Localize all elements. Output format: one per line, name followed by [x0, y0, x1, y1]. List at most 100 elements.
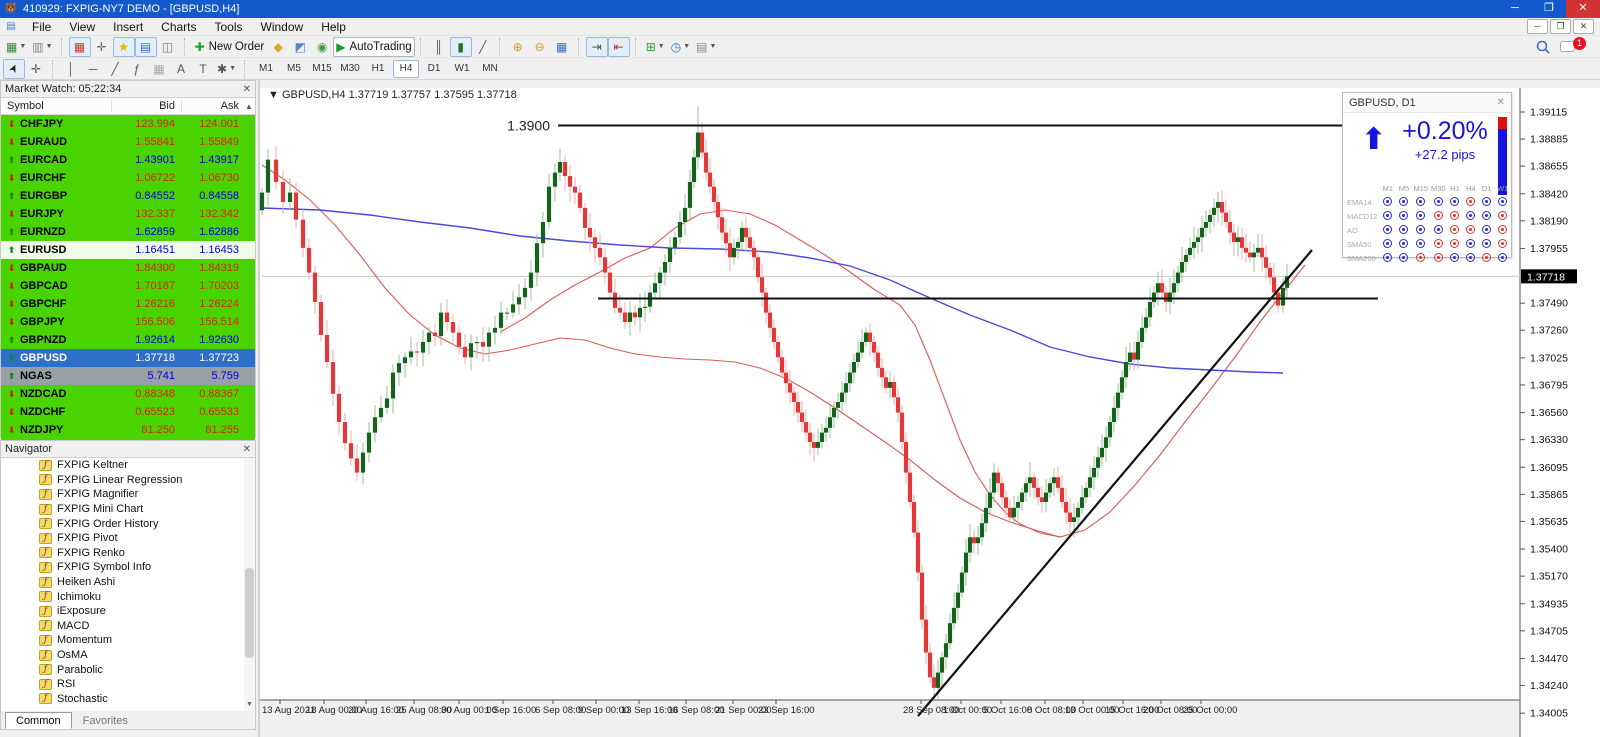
navigator-close-icon[interactable]: ✕ [243, 444, 251, 455]
child-close-button[interactable]: ✕ [1573, 19, 1594, 34]
navigator-item-momentum[interactable]: ƒ Momentum [1, 633, 255, 648]
new-order-button[interactable]: ✚ New Order [192, 37, 268, 57]
navigator-item-osma[interactable]: ƒ OsMA [1, 648, 255, 663]
navigator-item-fxpig-mini-chart[interactable]: ƒ FXPIG Mini Chart [1, 502, 255, 517]
templates-button[interactable]: ▤ ▼ [693, 37, 719, 57]
tab-favorites[interactable]: Favorites [72, 712, 139, 729]
zoom-out-button[interactable]: ⊖ [529, 37, 551, 57]
dropdown-caret-icon[interactable]: ▼ [658, 43, 665, 50]
market-watch-row-eurgbp[interactable]: ⬆ EURGBP 0.84552 0.84558 [1, 187, 255, 205]
timeframe-m30[interactable]: M30 [337, 60, 363, 78]
menu-tools[interactable]: Tools [206, 18, 252, 36]
timeframe-h1[interactable]: H1 [365, 60, 391, 78]
market-watch-row-gbpcad[interactable]: ⬇ GBPCAD 1.70187 1.70203 [1, 277, 255, 295]
scroll-up-icon[interactable]: ▲ [243, 102, 255, 111]
market-watch-row-eurchf[interactable]: ⬇ EURCHF 1.06722 1.06730 [1, 169, 255, 187]
auto-scroll-button[interactable]: ⇥ [585, 36, 608, 57]
navigator-scroll-thumb[interactable] [245, 568, 254, 658]
navigator-item-heiken-ashi[interactable]: ƒ Heiken Ashi [1, 575, 255, 590]
navigator-item-fxpig-magnifier[interactable]: ƒ FXPIG Magnifier [1, 487, 255, 502]
market-watch-row-gbpusd[interactable]: ⬆ GBPUSD 1.37718 1.37723 [1, 349, 255, 367]
chart-window[interactable]: 1.3900 ▼ GBPUSD,H4 1.37719 1.37757 1.3759… [256, 80, 1600, 737]
search-icon[interactable] [1534, 38, 1552, 56]
market-watch-row-gbpnzd[interactable]: ⬆ GBPNZD 1.92614 1.92630 [1, 331, 255, 349]
navigator-button[interactable]: ★ [112, 36, 135, 57]
navigator-item-fxpig-pivot[interactable]: ƒ FXPIG Pivot [1, 531, 255, 546]
market-watch-row-eurusd[interactable]: ⬆ EURUSD 1.16451 1.16453 [1, 241, 255, 259]
vertical-line-tool[interactable]: │ [60, 59, 82, 79]
horizontal-line-tool[interactable]: ─ [82, 59, 104, 79]
navigator-item-fxpig-order-history[interactable]: ƒ FXPIG Order History [1, 516, 255, 531]
tab-common[interactable]: Common [5, 712, 72, 729]
column-bid[interactable]: Bid [111, 100, 181, 112]
close-button[interactable]: ✕ [1566, 0, 1600, 18]
dropdown-caret-icon[interactable]: ▼ [683, 43, 690, 50]
tile-windows-button[interactable]: ▦ [551, 37, 573, 57]
minimize-button[interactable]: ─ [1498, 0, 1532, 18]
navigator-scrollbar[interactable]: ▼ [244, 458, 255, 711]
market-watch-row-euraud[interactable]: ⬇ EURAUD 1.55841 1.55849 [1, 133, 255, 151]
menu-charts[interactable]: Charts [152, 18, 205, 36]
profiles-button[interactable]: ▥ ▼ [29, 37, 55, 57]
chart-shift-button[interactable]: ⇤ [607, 36, 630, 57]
terminal-button[interactable]: ▤ [134, 36, 157, 57]
navigator-item-macd[interactable]: ƒ MACD [1, 619, 255, 634]
timeframe-d1[interactable]: D1 [421, 60, 447, 78]
restore-button[interactable]: ❐ [1532, 0, 1566, 18]
widget-close-icon[interactable]: ✕ [1497, 97, 1505, 108]
timeframe-mn[interactable]: MN [477, 60, 503, 78]
market-watch-row-nzdchf[interactable]: ⬇ NZDCHF 0.65523 0.65533 [1, 403, 255, 421]
new-chart-button[interactable]: ▦ ▼ [3, 37, 29, 57]
experts-button[interactable]: ◩ [289, 37, 311, 57]
zoom-in-button[interactable]: ⊕ [507, 37, 529, 57]
time-tick-label[interactable]: 25 Oct 00:00 [1183, 705, 1237, 716]
time-tick-label[interactable]: 23 Sep 16:00 [758, 705, 815, 716]
menu-view[interactable]: View [60, 18, 104, 36]
market-watch-row-eurcad[interactable]: ⬆ EURCAD 1.43901 1.43917 [1, 151, 255, 169]
timeframe-m5[interactable]: M5 [281, 60, 307, 78]
navigator-item-stochastic[interactable]: ƒ Stochastic [1, 692, 255, 707]
menu-window[interactable]: Window [252, 18, 313, 36]
market-watch-row-eurnzd[interactable]: ⬆ EURNZD 1.62859 1.62886 [1, 223, 255, 241]
community-button[interactable]: ◉ [311, 37, 333, 57]
grid-tool[interactable]: ▦ [148, 59, 170, 79]
column-symbol[interactable]: Symbol [1, 100, 111, 112]
market-watch-row-gbpjpy[interactable]: ⬇ GBPJPY 156.506 156.514 [1, 313, 255, 331]
notifications-button[interactable]: 1 [1560, 36, 1586, 57]
candlestick-button[interactable]: ▮ [449, 36, 472, 57]
navigator-item-fxpig-keltner[interactable]: ƒ FXPIG Keltner [1, 458, 255, 473]
cursor-tool[interactable]: ➤ [3, 58, 25, 79]
dropdown-caret-icon[interactable]: ▼ [46, 43, 53, 50]
bar-chart-button[interactable]: ║ [428, 37, 450, 57]
market-watch-row-ngas[interactable]: ⬆ NGAS 5.741 5.759 [1, 367, 255, 385]
market-watch-row-gbpaud[interactable]: ⬇ GBPAUD 1.84300 1.84319 [1, 259, 255, 277]
market-watch-row-eurjpy[interactable]: ⬇ EURJPY 132.337 132.342 [1, 205, 255, 223]
market-watch-button[interactable]: ▦ [68, 36, 91, 57]
child-restore-button[interactable]: ❐ [1550, 19, 1571, 34]
label-tool[interactable]: T [192, 59, 214, 79]
market-watch-row-nzdjpy[interactable]: ⬇ NZDJPY 81.250 81.255 [1, 421, 255, 439]
child-minimize-button[interactable]: ─ [1527, 19, 1548, 34]
column-ask[interactable]: Ask [181, 100, 243, 112]
trendline-tool[interactable]: ╱ [104, 59, 126, 79]
navigator-item-fxpig-symbol-info[interactable]: ƒ FXPIG Symbol Info [1, 560, 255, 575]
crosshair-tool[interactable]: ✛ [25, 59, 47, 79]
time-tick-label[interactable]: 1 Sep 16:00 [485, 705, 536, 716]
dropdown-caret-icon[interactable]: ▼ [709, 43, 716, 50]
navigator-item-fxpig-renko[interactable]: ƒ FXPIG Renko [1, 546, 255, 561]
indicators-button[interactable]: ⊞ ▼ [643, 37, 668, 57]
market-watch-row-nzdcad[interactable]: ⬇ NZDCAD 0.88348 0.88367 [1, 385, 255, 403]
time-tick-label[interactable]: 5 Oct 16:00 [983, 705, 1032, 716]
dropdown-caret-icon[interactable]: ▼ [19, 43, 26, 50]
timeframe-h4[interactable]: H4 [393, 59, 419, 78]
text-tool[interactable]: A [170, 59, 192, 79]
dropdown-caret-icon[interactable]: ▼ [229, 65, 236, 72]
navigator-item-ichimoku[interactable]: ƒ Ichimoku [1, 589, 255, 604]
fibonacci-tool[interactable]: ƒ [126, 59, 148, 79]
autotrading-button[interactable]: ▶ AutoTrading [333, 36, 415, 57]
timeframe-w1[interactable]: W1 [449, 60, 475, 78]
line-chart-button[interactable]: ╱ [472, 37, 494, 57]
scroll-down-icon[interactable]: ▼ [244, 699, 255, 711]
periods-button[interactable]: ◷ ▼ [668, 37, 693, 57]
timeframe-m1[interactable]: M1 [253, 60, 279, 78]
